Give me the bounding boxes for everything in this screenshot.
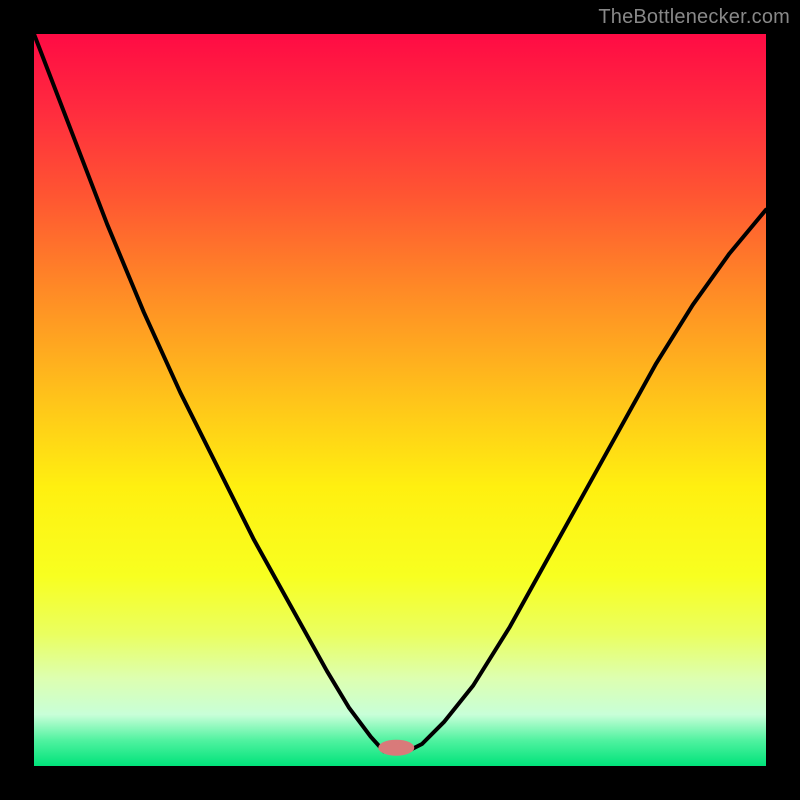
plot-area [34,34,766,766]
chart-frame: TheBottlenecker.com [0,0,800,800]
plot-svg [34,34,766,766]
gradient-background [34,34,766,766]
attribution-text: TheBottlenecker.com [598,6,790,29]
min-marker [378,740,414,756]
